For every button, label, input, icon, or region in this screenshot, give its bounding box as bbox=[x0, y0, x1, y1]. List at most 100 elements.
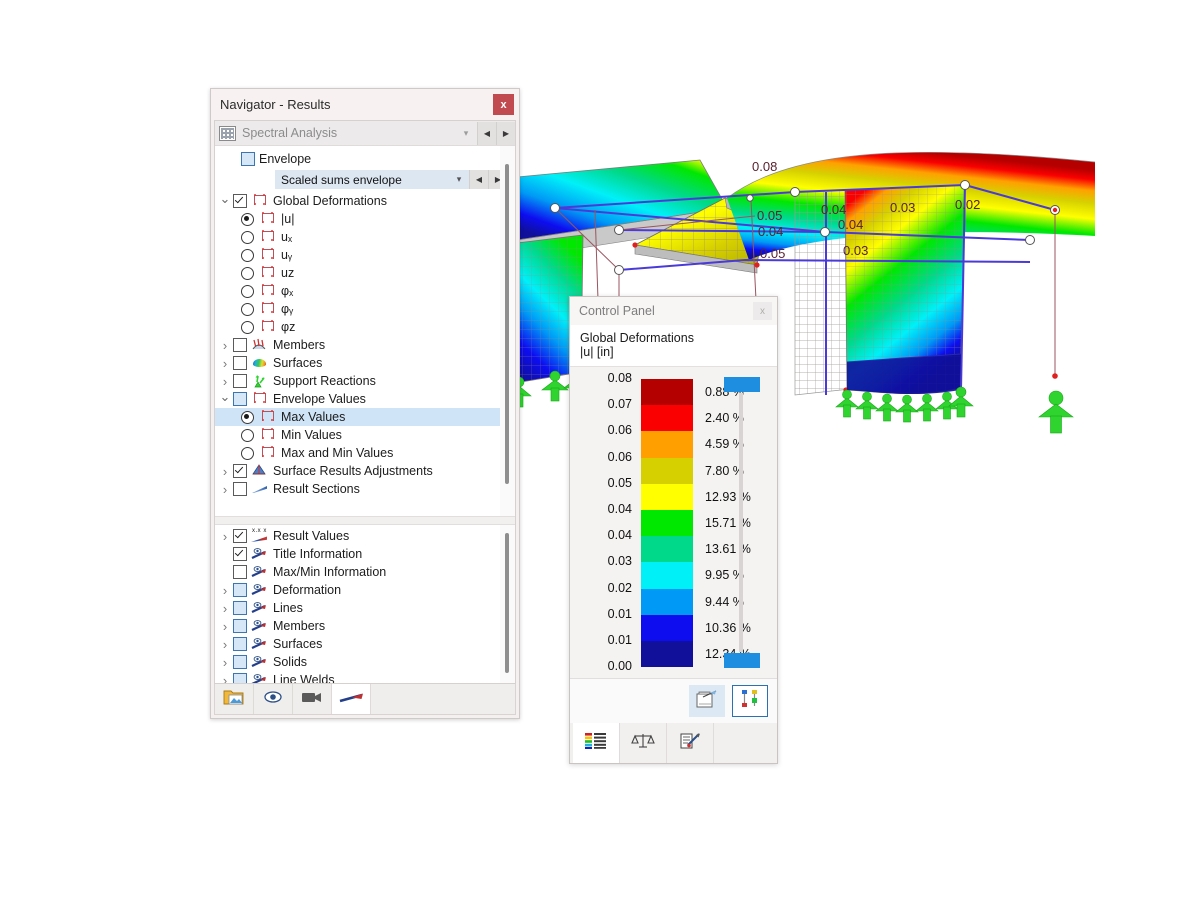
envelope-combobox[interactable]: Scaled sums envelope ▾ ◀ ▶ bbox=[215, 170, 515, 189]
chevron-down-icon[interactable]: ▾ bbox=[455, 128, 477, 139]
legend-color-swatch[interactable] bbox=[641, 509, 693, 537]
color-legend[interactable]: 0.08 0.88 % 0.07 2.40 % 0.06 4.59 % 0.06 7.80 %… bbox=[570, 367, 777, 678]
chevron-right-icon[interactable]: › bbox=[217, 465, 233, 478]
checkbox[interactable] bbox=[233, 482, 247, 496]
radio-button[interactable] bbox=[241, 230, 254, 244]
checkbox[interactable] bbox=[233, 529, 247, 543]
checkbox[interactable] bbox=[233, 637, 247, 651]
tree-item-members[interactable]: › Members bbox=[215, 617, 515, 635]
chevron-right-icon[interactable]: › bbox=[217, 530, 233, 543]
tree-item-solids[interactable]: › Solids bbox=[215, 653, 515, 671]
results-navigator-tab[interactable] bbox=[332, 684, 371, 714]
chevron-right-icon[interactable]: › bbox=[217, 483, 233, 496]
tree-item-surfaces[interactable]: › Surfaces bbox=[215, 354, 515, 372]
control-panel-actions[interactable] bbox=[570, 678, 777, 723]
chevron-right-icon[interactable]: › bbox=[217, 620, 233, 633]
analysis-prev-button[interactable]: ◀ bbox=[477, 121, 496, 145]
tree-item-members[interactable]: › Members bbox=[215, 336, 515, 354]
tree-item-[interactable]: φₓ bbox=[215, 282, 515, 300]
legend-color-swatch[interactable] bbox=[641, 405, 693, 432]
chevron-right-icon[interactable]: › bbox=[217, 656, 233, 669]
legend-color-swatch[interactable] bbox=[641, 483, 693, 510]
chevron-down-icon[interactable]: ▾ bbox=[449, 174, 469, 185]
legend-color-swatch[interactable] bbox=[641, 457, 693, 484]
factors-tab[interactable] bbox=[620, 723, 667, 763]
tree-item-global-deformations[interactable]: ⌄ Global Deformations bbox=[215, 192, 515, 210]
radio-button[interactable] bbox=[241, 446, 254, 460]
legend-color-swatch[interactable] bbox=[641, 640, 693, 668]
scrollbar-thumb[interactable] bbox=[505, 533, 509, 673]
checkbox[interactable] bbox=[233, 583, 247, 597]
tree-item-result-values[interactable]: › x.x x Result Values bbox=[215, 527, 515, 545]
radio-button[interactable] bbox=[241, 248, 254, 262]
analysis-type-combobox[interactable]: Spectral Analysis ▾ ◀ ▶ bbox=[215, 121, 515, 146]
results-tree-lower[interactable]: › x.x x Result Values Title Information Max/… bbox=[215, 525, 515, 683]
bottom-slider-handle[interactable] bbox=[724, 653, 760, 668]
edit-colors-button[interactable] bbox=[689, 685, 725, 717]
checkbox[interactable] bbox=[233, 619, 247, 633]
views-navigator-tab[interactable] bbox=[254, 684, 293, 714]
tree-item-u[interactable]: uᵧ bbox=[215, 246, 515, 264]
top-slider-handle[interactable] bbox=[724, 377, 760, 392]
checkbox[interactable] bbox=[233, 565, 247, 579]
chevron-right-icon[interactable]: › bbox=[217, 357, 233, 370]
scrollbar-thumb[interactable] bbox=[505, 164, 509, 484]
tree-item-envelope-values[interactable]: ⌄ Envelope Values bbox=[215, 390, 515, 408]
checkbox[interactable] bbox=[233, 464, 247, 478]
radio-button[interactable] bbox=[241, 284, 254, 298]
tree-pane-divider[interactable] bbox=[215, 516, 515, 525]
tree-item-min-values[interactable]: Min Values bbox=[215, 426, 515, 444]
tree-item-result-sections[interactable]: › Result Sections bbox=[215, 480, 515, 498]
color-scale-tab[interactable] bbox=[573, 723, 620, 763]
legend-color-swatch[interactable] bbox=[641, 536, 693, 563]
legend-color-swatch[interactable] bbox=[641, 562, 693, 589]
tree-item-u[interactable]: |u| bbox=[215, 210, 515, 228]
control-panel-close-button[interactable]: x bbox=[753, 302, 772, 320]
chevron-right-icon[interactable]: › bbox=[217, 339, 233, 352]
tree-item-deformation[interactable]: › Deformation bbox=[215, 581, 515, 599]
navigator-tab-toolbar[interactable] bbox=[214, 684, 516, 715]
legend-color-swatch[interactable] bbox=[641, 614, 693, 641]
project-navigator-tab[interactable] bbox=[215, 684, 254, 714]
tree-item-u[interactable]: uₓ bbox=[215, 228, 515, 246]
checkbox[interactable] bbox=[233, 338, 247, 352]
checkbox[interactable] bbox=[233, 374, 247, 388]
control-panel-window[interactable]: Control Panel x Global Deformations |u| … bbox=[569, 296, 778, 764]
tree-item-lines[interactable]: › Lines bbox=[215, 599, 515, 617]
display-filter-tab[interactable] bbox=[667, 723, 714, 763]
radio-button[interactable] bbox=[241, 428, 254, 442]
envelope-checkbox[interactable] bbox=[241, 152, 255, 166]
tree-item-surfaces[interactable]: › Surfaces bbox=[215, 635, 515, 653]
control-panel-tabs[interactable] bbox=[570, 723, 777, 763]
tree-item-u[interactable]: uᴢ bbox=[215, 264, 515, 282]
camera-navigator-tab[interactable] bbox=[293, 684, 332, 714]
tree-item-max-and-min-values[interactable]: Max and Min Values bbox=[215, 444, 515, 462]
chevron-right-icon[interactable]: › bbox=[217, 584, 233, 597]
checkbox[interactable] bbox=[233, 655, 247, 669]
chevron-right-icon[interactable]: › bbox=[217, 638, 233, 651]
chevron-down-icon[interactable]: ⌄ bbox=[217, 390, 233, 403]
chevron-right-icon[interactable]: › bbox=[217, 602, 233, 615]
tree-item-[interactable]: φᴢ bbox=[215, 318, 515, 336]
envelope-prev-button[interactable]: ◀ bbox=[469, 170, 488, 189]
legend-color-swatch[interactable] bbox=[641, 431, 693, 458]
chevron-down-icon[interactable]: ⌄ bbox=[217, 192, 233, 205]
radio-button[interactable] bbox=[241, 212, 254, 226]
chevron-right-icon[interactable]: › bbox=[217, 674, 233, 684]
control-panel-titlebar[interactable]: Control Panel x bbox=[570, 297, 777, 325]
tree-item-envelope[interactable]: Envelope bbox=[215, 150, 515, 168]
checkbox[interactable] bbox=[233, 194, 247, 208]
checkbox[interactable] bbox=[233, 601, 247, 615]
results-tree-upper[interactable]: Envelope Scaled sums envelope ▾ ◀ ▶ ⌄ Glo… bbox=[215, 146, 515, 516]
legend-color-swatch[interactable] bbox=[641, 588, 693, 615]
tree-item-[interactable]: φᵧ bbox=[215, 300, 515, 318]
radio-button[interactable] bbox=[241, 320, 254, 334]
checkbox[interactable] bbox=[233, 673, 247, 683]
navigator-titlebar[interactable]: Navigator - Results x bbox=[211, 89, 519, 120]
tree-item-title-information[interactable]: Title Information bbox=[215, 545, 515, 563]
navigator-close-button[interactable]: x bbox=[493, 94, 514, 115]
tree-item-max-values[interactable]: Max Values bbox=[215, 408, 515, 426]
color-scale-settings-button[interactable] bbox=[732, 685, 768, 717]
checkbox[interactable] bbox=[233, 547, 247, 561]
tree-item-support-reactions[interactable]: › Support Reactions bbox=[215, 372, 515, 390]
